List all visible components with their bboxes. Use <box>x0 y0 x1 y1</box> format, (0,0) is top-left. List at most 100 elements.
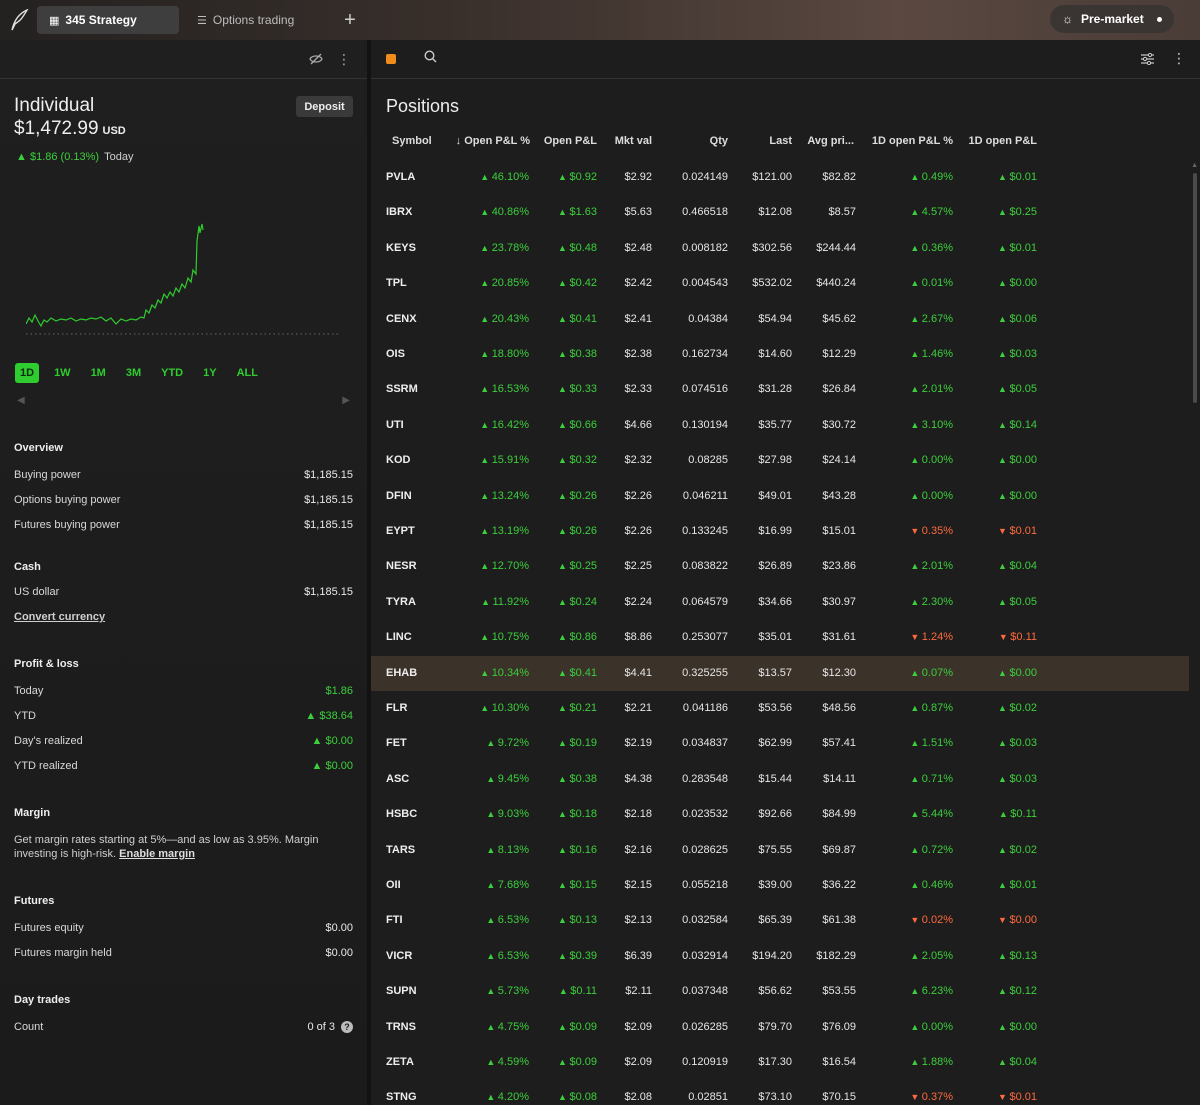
range-1m[interactable]: 1M <box>86 363 111 383</box>
cell-symbol: IBRX <box>386 206 412 218</box>
cell-last: $27.98 <box>758 454 792 466</box>
cell-open-pl-pct-text: 12.70% <box>491 560 529 573</box>
cell-1d-open-pl-pct-text: 2.05% <box>921 949 953 962</box>
status-dot <box>1157 16 1162 22</box>
robinhood-feather-icon[interactable] <box>2 0 36 40</box>
up-arrow-icon: ▲ <box>910 596 922 607</box>
cell-1d-open-pl: ▲ $0.00 <box>998 667 1037 679</box>
up-arrow-icon: ▲ <box>998 1057 1010 1067</box>
table-scrollbar[interactable] <box>1193 173 1197 403</box>
col-qty[interactable]: Qty <box>710 135 728 147</box>
cell-1d-open-pl-pct-text: 0.36% <box>921 241 953 254</box>
up-arrow-icon: ▲ <box>998 172 1010 182</box>
sliders-icon[interactable] <box>1141 52 1154 70</box>
cell-open-pl-pct-text: 11.92% <box>492 595 530 608</box>
table-row[interactable]: ASC ▲ 9.45% ▲ $0.38 $4.38 0.283548 $15.44 $14.… <box>371 762 1189 797</box>
cell-mkt-val-text: $2.48 <box>624 241 652 254</box>
table-row[interactable]: KEYS ▲ 23.78% ▲ $0.48 $2.48 0.008182 $302.56 $… <box>371 231 1189 266</box>
hide-eye-icon[interactable] <box>309 52 323 66</box>
scroll-left-icon[interactable]: ◀ <box>17 395 25 406</box>
col-symbol[interactable]: Symbol <box>392 135 432 147</box>
cell-symbol: NESR <box>386 560 417 572</box>
table-row[interactable]: STNG ▲ 4.20% ▲ $0.08 $2.08 0.02851 $73.10 $70.… <box>371 1080 1189 1105</box>
up-arrow-icon: ▲ <box>910 1057 922 1067</box>
scroll-up-icon[interactable]: ▲ <box>1191 162 1198 169</box>
tab-345-strategy[interactable]: ▦ 345 Strategy <box>37 6 179 34</box>
table-row[interactable]: FTI ▲ 6.53% ▲ $0.13 $2.13 0.032584 $65.39 $61.… <box>371 903 1189 938</box>
convert-currency-link[interactable]: Convert currency <box>14 611 105 623</box>
market-status-pill[interactable]: ☼ Pre-market <box>1050 5 1174 33</box>
enable-margin-link[interactable]: Enable margin <box>119 848 195 860</box>
col-open-pl-pct[interactable]: ↓ Open P&L % <box>456 135 530 147</box>
table-row[interactable]: CENX ▲ 20.43% ▲ $0.41 $2.41 0.04384 $54.94 $45… <box>371 302 1189 337</box>
table-row[interactable]: IBRX ▲ 40.86% ▲ $1.63 $5.63 0.466518 $12.08 $8… <box>371 195 1189 230</box>
cell-1d-open-pl-pct: ▲ 5.44% <box>910 808 953 820</box>
cell-qty-text: 0.008182 <box>682 241 728 254</box>
table-row[interactable]: TRNS ▲ 4.75% ▲ $0.09 $2.09 0.026285 $79.70 $76… <box>371 1010 1189 1045</box>
cell-1d-open-pl: ▲ $0.11 <box>999 808 1037 820</box>
col-1d-open-pl-pct[interactable]: 1D open P&L % <box>872 135 953 147</box>
cell-1d-open-pl: ▲ $0.02 <box>998 844 1037 856</box>
table-row[interactable]: KOD ▲ 15.91% ▲ $0.32 $2.32 0.08285 $27.98 $24.… <box>371 443 1189 478</box>
col-mkt-val[interactable]: Mkt val <box>615 135 652 147</box>
table-row[interactable]: VICR ▲ 6.53% ▲ $0.39 $6.39 0.032914 $194.20 $1… <box>371 939 1189 974</box>
table-row[interactable]: SSRM ▲ 16.53% ▲ $0.33 $2.33 0.074516 $31.28 $2… <box>371 372 1189 407</box>
cell-1d-open-pl-text: $0.00 <box>1009 277 1037 290</box>
table-row[interactable]: ZETA ▲ 4.59% ▲ $0.09 $2.09 0.120919 $17.30 $16… <box>371 1045 1189 1080</box>
cell-1d-open-pl-pct: ▲ 0.49% <box>910 171 953 183</box>
table-row[interactable]: UTI ▲ 16.42% ▲ $0.66 $4.66 0.130194 $35.77 $30… <box>371 408 1189 443</box>
table-row[interactable]: EHAB ▲ 10.34% ▲ $0.41 $4.41 0.325255 $13.57 $1… <box>371 655 1189 691</box>
up-arrow-icon: ▲ <box>486 844 498 855</box>
col-1d-open-pl[interactable]: 1D open P&L <box>969 135 1037 147</box>
help-icon[interactable]: ? <box>341 1021 353 1033</box>
down-arrow-icon: ▼ <box>910 915 922 926</box>
table-row[interactable]: LINC ▲ 10.75% ▲ $0.86 $8.86 0.253077 $35.01 $3… <box>371 620 1189 655</box>
table-row[interactable]: OIS ▲ 18.80% ▲ $0.38 $2.38 0.162734 $14.60 $12… <box>371 337 1189 372</box>
scroll-right-icon[interactable]: ▶ <box>342 395 350 406</box>
up-arrow-icon: ▲ <box>486 950 498 961</box>
color-tag-icon[interactable] <box>386 54 396 64</box>
table-row[interactable]: NESR ▲ 12.70% ▲ $0.25 $2.25 0.083822 $26.89 $2… <box>371 549 1189 584</box>
col-open-pl[interactable]: Open P&L <box>544 135 597 147</box>
portfolio-chart[interactable] <box>26 218 341 338</box>
up-arrow-icon: ▲ <box>558 1057 570 1067</box>
table-row[interactable]: EYPT ▲ 13.19% ▲ $0.26 $2.26 0.133245 $16.99 $1… <box>371 514 1189 549</box>
range-1d[interactable]: 1D <box>15 363 40 383</box>
table-row[interactable]: OII ▲ 7.68% ▲ $0.15 $2.15 0.055218 $39.00 $36.… <box>371 868 1189 903</box>
table-row[interactable]: TYRA ▲ 11.92% ▲ $0.24 $2.24 0.064579 $34.66 $3… <box>371 585 1189 620</box>
col-last[interactable]: Last <box>769 135 792 147</box>
table-row[interactable]: PVLA ▲ 46.10% ▲ $0.92 $2.92 0.024149 $121.00 $… <box>371 160 1189 195</box>
cell-mkt-val: $2.08 <box>624 1091 652 1103</box>
add-tab-button[interactable]: + <box>335 6 365 34</box>
deposit-button[interactable]: Deposit <box>296 96 353 117</box>
range-all[interactable]: ALL <box>232 363 263 383</box>
toolbar-right: ⋮ <box>1141 51 1186 70</box>
col-avg-price[interactable]: Avg pri... <box>807 135 854 147</box>
table-row[interactable]: SUPN ▲ 5.73% ▲ $0.11 $2.11 0.037348 $56.62 $53… <box>371 974 1189 1009</box>
cell-open-pl: ▲ $0.25 <box>558 560 597 572</box>
tab-options-trading[interactable]: ☰ Options trading <box>185 6 335 34</box>
table-row[interactable]: FET ▲ 9.72% ▲ $0.19 $2.19 0.034837 $62.99 $57.… <box>371 726 1189 761</box>
range-3m[interactable]: 3M <box>121 363 146 383</box>
range-ytd[interactable]: YTD <box>156 363 188 383</box>
more-vertical-icon[interactable]: ⋮ <box>1172 51 1186 70</box>
cell-last-text: $194.20 <box>752 949 792 962</box>
cell-last-text: $16.99 <box>758 525 792 537</box>
table-row[interactable]: TPL ▲ 20.85% ▲ $0.42 $2.42 0.004543 $532.02 $4… <box>371 266 1189 301</box>
cell-last-text: $13.57 <box>758 666 792 679</box>
range-1y[interactable]: 1Y <box>198 363 221 383</box>
table-row[interactable]: DFIN ▲ 13.24% ▲ $0.26 $2.26 0.046211 $49.01 $4… <box>371 479 1189 514</box>
range-1w[interactable]: 1W <box>49 363 76 383</box>
more-vertical-icon[interactable]: ⋮ <box>337 51 351 67</box>
search-icon[interactable] <box>424 50 437 68</box>
table-row[interactable]: FLR ▲ 10.30% ▲ $0.21 $2.21 0.041186 $53.56 $48… <box>371 691 1189 726</box>
row-value: $1,185.15 <box>304 469 353 481</box>
account-panel: ⋮ Individual $1,472.99 USD Deposit ▲ $1.8… <box>0 40 367 1105</box>
cell-avg-price: $36.22 <box>822 879 856 891</box>
up-arrow-icon: ▲ <box>480 526 492 536</box>
cell-last: $79.70 <box>758 1021 792 1033</box>
table-row[interactable]: TARS ▲ 8.13% ▲ $0.16 $2.16 0.028625 $75.55 $69… <box>371 833 1189 868</box>
row-value: ▲ $38.64 <box>305 710 353 722</box>
table-row[interactable]: HSBC ▲ 9.03% ▲ $0.18 $2.18 0.023532 $92.66 $84… <box>371 797 1189 832</box>
cell-1d-open-pl: ▲ $0.25 <box>998 206 1037 218</box>
